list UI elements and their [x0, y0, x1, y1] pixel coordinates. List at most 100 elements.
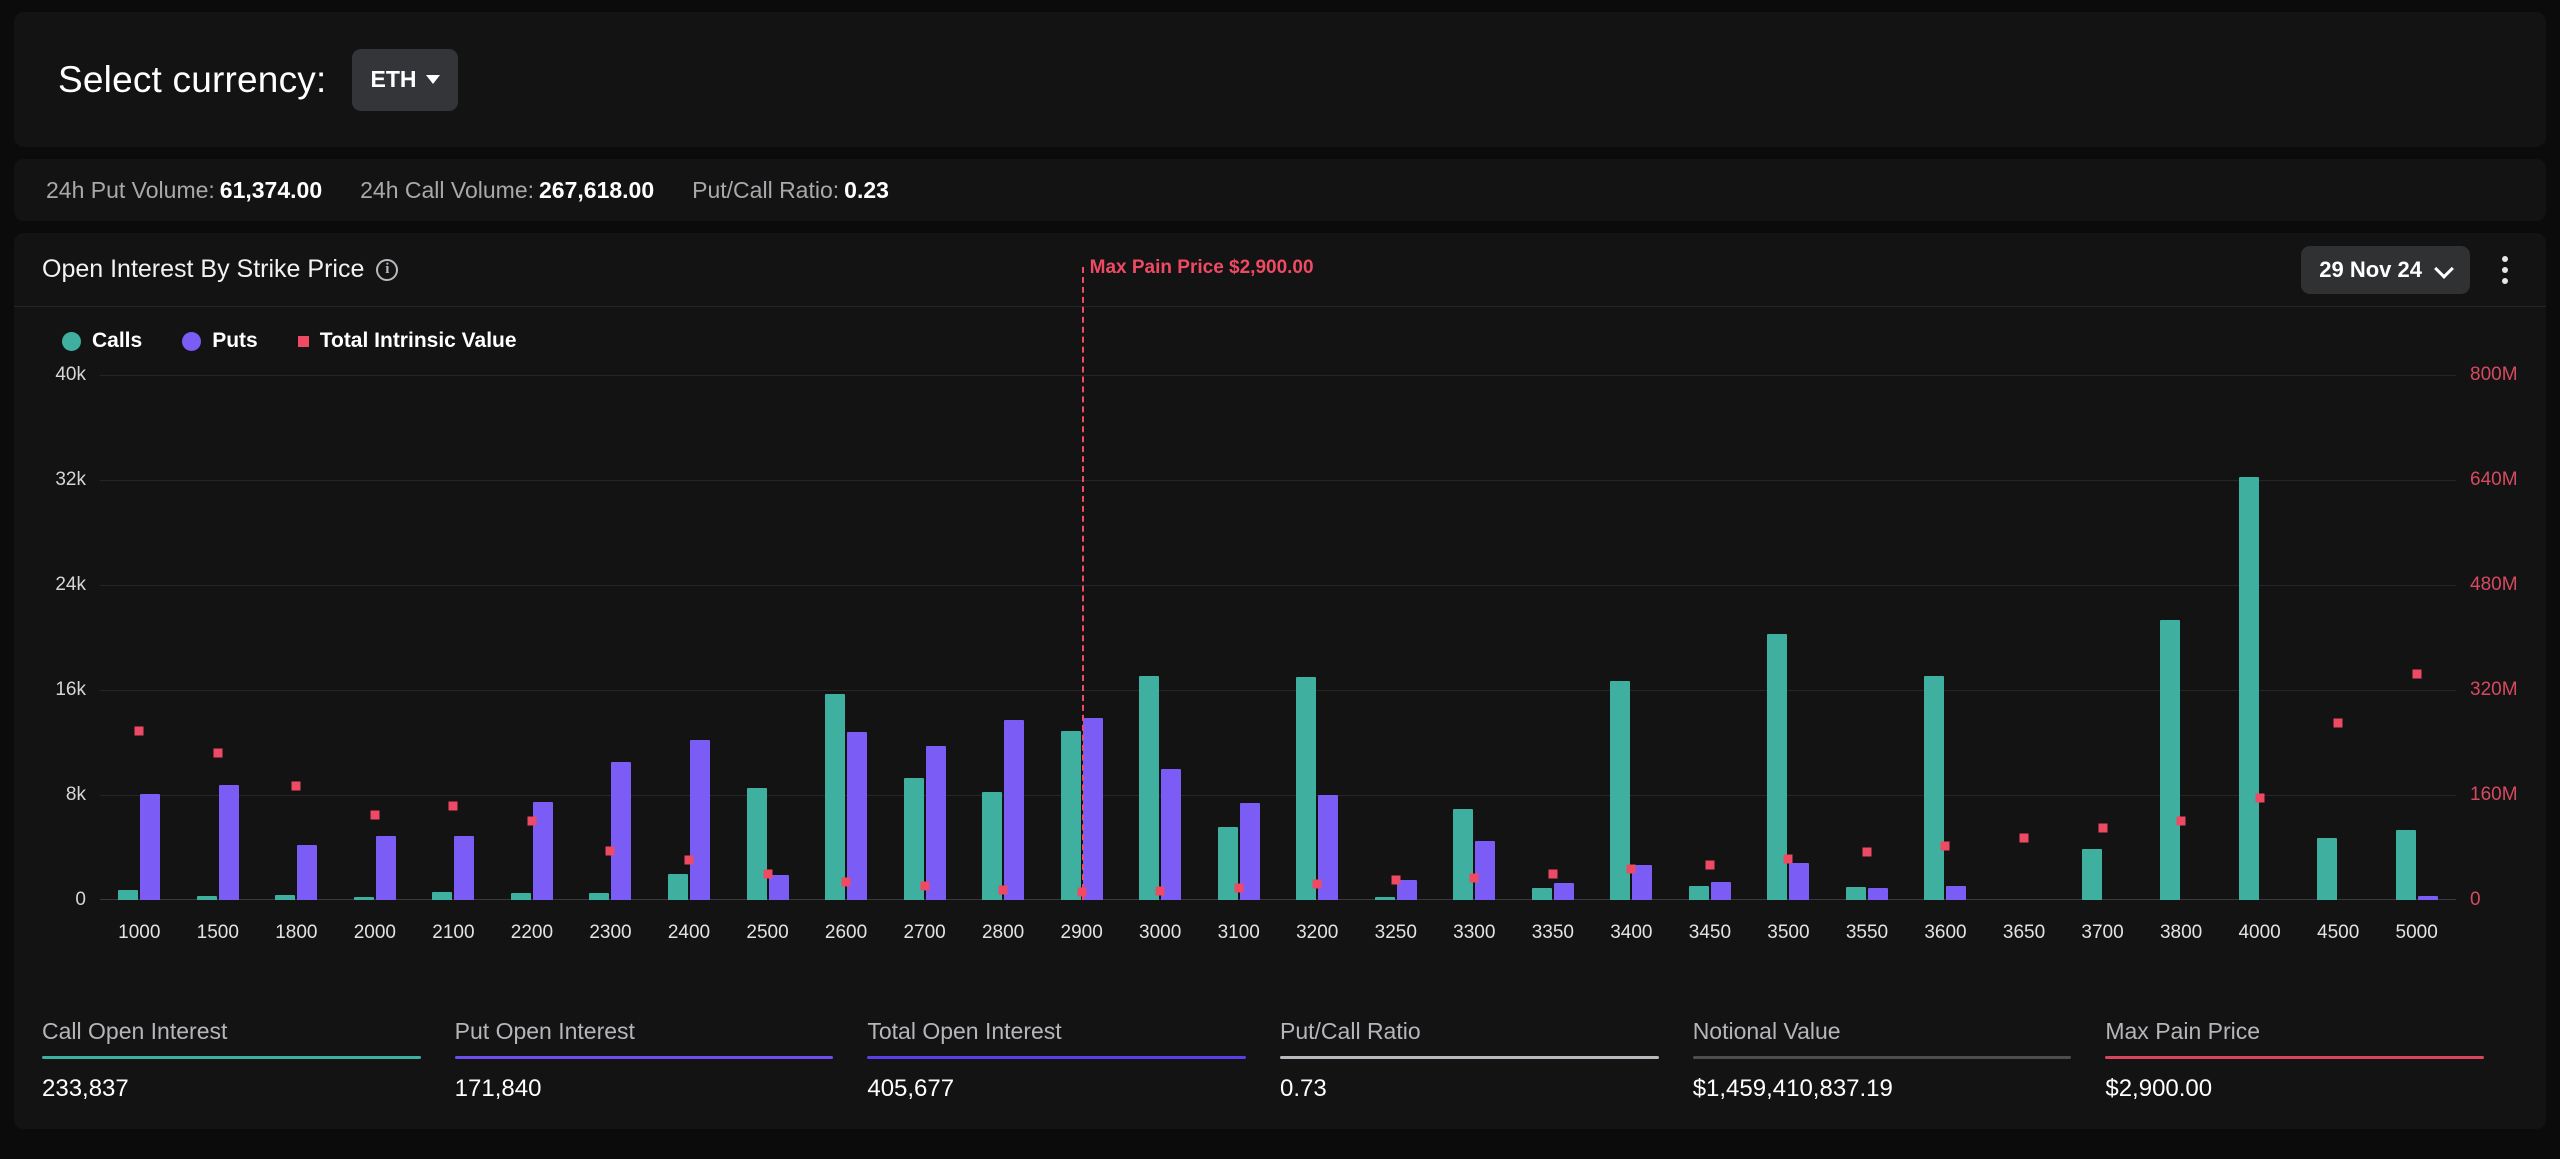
bar-group[interactable]: 3400 — [1592, 375, 1671, 943]
call-bar[interactable] — [746, 788, 767, 900]
bar-group[interactable]: 3450 — [1671, 375, 1750, 943]
bar-group[interactable]: 1500 — [179, 375, 258, 943]
put-bar[interactable] — [1004, 720, 1025, 900]
bar-group[interactable]: 1800 — [257, 375, 336, 943]
bar-group[interactable]: 3000 — [1121, 375, 1200, 943]
total-intrinsic-value-point[interactable] — [370, 810, 380, 820]
info-icon[interactable]: i — [376, 258, 399, 281]
bar-group[interactable]: 2000 — [336, 375, 415, 943]
call-bar[interactable] — [1139, 675, 1160, 900]
put-bar[interactable] — [1867, 888, 1888, 900]
total-intrinsic-value-point[interactable] — [291, 781, 301, 791]
put-bar[interactable] — [1082, 717, 1103, 900]
call-bar[interactable] — [353, 896, 374, 900]
call-bar[interactable] — [1924, 675, 1945, 900]
total-intrinsic-value-point[interactable] — [763, 869, 773, 879]
call-bar[interactable] — [510, 892, 531, 900]
total-intrinsic-value-point[interactable] — [841, 877, 851, 887]
put-bar[interactable] — [1710, 881, 1731, 900]
total-intrinsic-value-point[interactable] — [448, 801, 458, 811]
call-bar[interactable] — [2317, 838, 2338, 900]
call-bar[interactable] — [1531, 888, 1552, 900]
put-bar[interactable] — [1946, 885, 1967, 900]
total-intrinsic-value-point[interactable] — [1469, 873, 1479, 883]
bar-group[interactable]: 5000 — [2377, 375, 2456, 943]
put-bar[interactable] — [611, 762, 632, 900]
total-intrinsic-value-point[interactable] — [2176, 816, 2186, 826]
total-intrinsic-value-point[interactable] — [1391, 875, 1401, 885]
bar-group[interactable]: 3550 — [1828, 375, 1907, 943]
bar-group[interactable]: 3200 — [1278, 375, 1357, 943]
call-bar[interactable] — [196, 896, 217, 900]
put-bar[interactable] — [1475, 840, 1496, 900]
put-bar[interactable] — [140, 793, 161, 900]
bar-group[interactable]: 3650 — [1985, 375, 2064, 943]
total-intrinsic-value-point[interactable] — [1155, 886, 1165, 896]
total-intrinsic-value-point[interactable] — [2255, 793, 2265, 803]
total-intrinsic-value-point[interactable] — [1783, 854, 1793, 864]
bar-group[interactable]: 2500 — [728, 375, 807, 943]
put-bar[interactable] — [925, 746, 946, 900]
bar-group[interactable]: 4000 — [2220, 375, 2299, 943]
put-bar[interactable] — [1161, 768, 1182, 900]
total-intrinsic-value-point[interactable] — [134, 726, 144, 736]
call-bar[interactable] — [825, 693, 846, 900]
bar-group[interactable]: 3800 — [2142, 375, 2221, 943]
legend-item-puts[interactable]: Puts — [182, 329, 258, 353]
total-intrinsic-value-point[interactable] — [1626, 864, 1636, 874]
total-intrinsic-value-point[interactable] — [920, 881, 930, 891]
put-bar[interactable] — [768, 875, 789, 900]
total-intrinsic-value-point[interactable] — [527, 816, 537, 826]
call-bar[interactable] — [275, 895, 296, 900]
bar-group[interactable]: 3300 — [1435, 375, 1514, 943]
total-intrinsic-value-point[interactable] — [1548, 869, 1558, 879]
bar-group[interactable]: 3500 — [1749, 375, 1828, 943]
total-intrinsic-value-point[interactable] — [1940, 841, 1950, 851]
total-intrinsic-value-point[interactable] — [998, 885, 1008, 894]
total-intrinsic-value-point[interactable] — [1234, 883, 1244, 893]
call-bar[interactable] — [2238, 477, 2259, 900]
expiry-date-selector[interactable]: 29 Nov 24 — [2301, 245, 2470, 294]
bar-group[interactable]: 3250 — [1357, 375, 1436, 943]
put-bar[interactable] — [847, 732, 868, 900]
call-bar[interactable] — [982, 792, 1003, 900]
put-bar[interactable] — [1789, 863, 1810, 900]
put-bar[interactable] — [454, 835, 475, 900]
bar-group[interactable]: 2900 Max Pain Price $2,900.00 — [1042, 257, 1314, 943]
call-bar[interactable] — [667, 873, 688, 900]
bar-group[interactable]: 3100 — [1199, 375, 1278, 943]
total-intrinsic-value-point[interactable] — [2412, 669, 2422, 679]
total-intrinsic-value-point[interactable] — [684, 855, 694, 865]
call-bar[interactable] — [1060, 730, 1081, 900]
call-bar[interactable] — [118, 889, 139, 900]
put-bar[interactable] — [1553, 882, 1574, 900]
bar-group[interactable]: 1000 — [100, 375, 179, 943]
call-bar[interactable] — [432, 892, 453, 900]
total-intrinsic-value-point[interactable] — [213, 748, 223, 758]
bar-group[interactable]: 2400 — [650, 375, 729, 943]
total-intrinsic-value-point[interactable] — [1862, 847, 1872, 857]
call-bar[interactable] — [1845, 886, 1866, 900]
bar-group[interactable]: 2300 — [571, 375, 650, 943]
bar-group[interactable]: 4500 — [2299, 375, 2378, 943]
bar-group[interactable]: 2200 — [493, 375, 572, 943]
put-bar[interactable] — [2417, 896, 2438, 900]
legend-item-total-intrinsic-value[interactable]: Total Intrinsic Value — [297, 329, 517, 353]
bar-group[interactable]: 2800 — [964, 375, 1043, 943]
bar-group[interactable]: 2700 — [885, 375, 964, 943]
bar-group[interactable]: 3600 — [1906, 375, 1985, 943]
bar-group[interactable]: 2600 — [807, 375, 886, 943]
kebab-menu-icon[interactable] — [2492, 250, 2518, 290]
call-bar[interactable] — [1453, 809, 1474, 900]
call-bar[interactable] — [1296, 676, 1317, 900]
call-bar[interactable] — [2395, 830, 2416, 900]
put-bar[interactable] — [297, 844, 318, 900]
total-intrinsic-value-point[interactable] — [1705, 860, 1715, 870]
total-intrinsic-value-point[interactable] — [2098, 823, 2108, 833]
total-intrinsic-value-point[interactable] — [1312, 879, 1322, 889]
put-bar[interactable] — [689, 739, 710, 900]
put-bar[interactable] — [375, 835, 396, 900]
call-bar[interactable] — [589, 893, 610, 900]
total-intrinsic-value-point[interactable] — [2019, 833, 2029, 843]
bar-group[interactable]: 3350 — [1514, 375, 1593, 943]
